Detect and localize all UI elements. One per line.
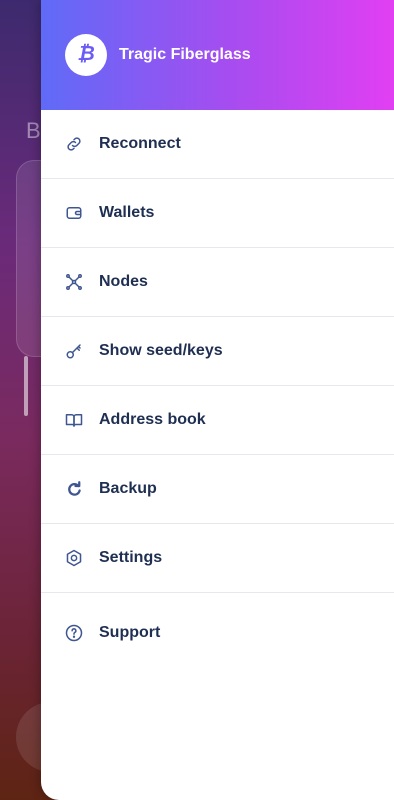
menu-item-settings[interactable]: Settings (41, 524, 394, 593)
menu-label: Address book (99, 411, 206, 428)
link-icon (65, 135, 83, 153)
navigation-drawer: ₿ Tragic Fiberglass Reconnect Wallets No… (41, 0, 394, 800)
svg-text:₿: ₿ (77, 41, 95, 65)
menu-item-support[interactable]: Support (41, 593, 394, 673)
wallet-name: Tragic Fiberglass (119, 46, 251, 63)
menu-item-wallets[interactable]: Wallets (41, 179, 394, 248)
help-icon (65, 624, 83, 642)
menu-label: Settings (99, 549, 163, 566)
menu-item-nodes[interactable]: Nodes (41, 248, 394, 317)
settings-icon (65, 549, 83, 567)
book-icon (65, 411, 83, 429)
background-title-fragment: B (26, 118, 41, 143)
bitcoin-icon: ₿ (74, 41, 98, 70)
key-icon (65, 342, 83, 360)
menu-item-reconnect[interactable]: Reconnect (41, 110, 394, 179)
menu-label: Show seed/keys (99, 342, 223, 359)
nodes-icon (65, 273, 83, 291)
drawer-menu: Reconnect Wallets Nodes Show seed/keys A… (41, 110, 394, 673)
background-scroll-indicator (24, 356, 28, 416)
menu-label: Support (99, 624, 161, 641)
wallet-icon (65, 204, 83, 222)
drawer-header: ₿ Tragic Fiberglass (41, 0, 394, 110)
menu-item-backup[interactable]: Backup (41, 455, 394, 524)
menu-item-show-seed-keys[interactable]: Show seed/keys (41, 317, 394, 386)
menu-label: Nodes (99, 273, 148, 290)
menu-label: Wallets (99, 204, 155, 221)
menu-label: Backup (99, 480, 157, 497)
wallet-avatar: ₿ (65, 34, 107, 76)
menu-label: Reconnect (99, 135, 181, 152)
menu-item-address-book[interactable]: Address book (41, 386, 394, 455)
backup-icon (65, 480, 83, 498)
